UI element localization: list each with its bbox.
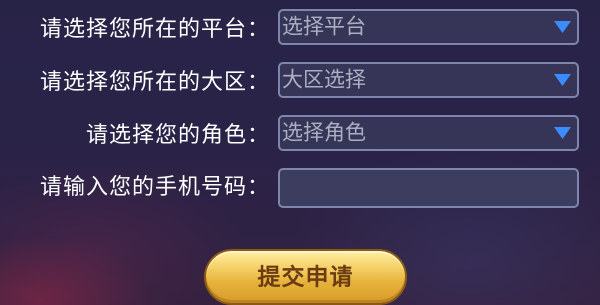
- role-select-value: 选择角色: [282, 120, 366, 145]
- triangle-down-icon[interactable]: [554, 127, 571, 139]
- region-row: 请选择您所在的大区： 大区选择: [0, 62, 600, 104]
- application-form: 请选择您所在的平台： 选择平台 请选择您所在的大区： 大区选择 请选择您的角色：…: [0, 0, 600, 305]
- role-select[interactable]: 选择角色: [278, 115, 579, 151]
- role-label: 请选择您的角色：: [85, 123, 270, 148]
- phone-input[interactable]: [278, 168, 579, 208]
- phone-label: 请输入您的手机号码：: [39, 175, 270, 200]
- region-select[interactable]: 大区选择: [278, 62, 579, 98]
- platform-select[interactable]: 选择平台: [278, 9, 579, 45]
- submit-area: 提交申请: [204, 249, 407, 305]
- submit-button-label: 提交申请: [257, 263, 354, 290]
- platform-label: 请选择您所在的平台：: [39, 17, 270, 42]
- platform-select-value: 选择平台: [282, 14, 366, 39]
- region-select-value: 大区选择: [282, 67, 366, 92]
- platform-row: 请选择您所在的平台： 选择平台: [0, 9, 600, 51]
- submit-button[interactable]: 提交申请: [204, 249, 407, 305]
- region-label: 请选择您所在的大区：: [39, 70, 270, 95]
- phone-row: 请输入您的手机号码：: [0, 168, 600, 210]
- triangle-down-icon[interactable]: [554, 74, 571, 86]
- role-row: 请选择您的角色： 选择角色: [0, 115, 600, 157]
- triangle-down-icon[interactable]: [554, 21, 571, 33]
